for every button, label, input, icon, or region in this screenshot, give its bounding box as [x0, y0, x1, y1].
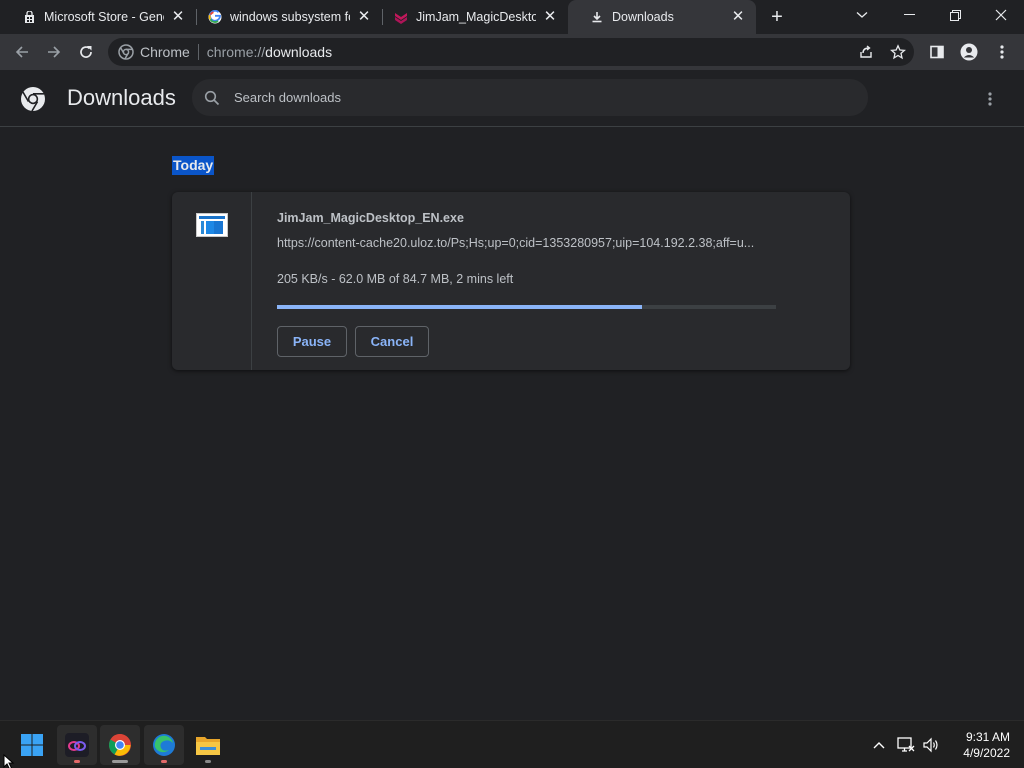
- search-icon: [204, 90, 220, 106]
- share-icon[interactable]: [852, 38, 880, 66]
- tab-microsoft-store[interactable]: Microsoft Store - Gene ✕: [0, 0, 196, 34]
- cancel-button[interactable]: Cancel: [355, 326, 429, 357]
- clock-time: 9:31 AM: [965, 730, 1010, 744]
- start-button[interactable]: [12, 725, 52, 765]
- download-progress-bar: [277, 305, 776, 309]
- download-icon-column: [172, 192, 252, 370]
- omnibox-chip: Chrome: [140, 44, 190, 60]
- download-filename-link[interactable]: JimJam_MagicDesktop_EN.exe: [277, 211, 464, 225]
- close-tab-icon[interactable]: ✕: [356, 9, 372, 25]
- taskbar-chrome[interactable]: [100, 725, 140, 765]
- exe-file-icon: [196, 213, 228, 237]
- microsoft-store-icon: [22, 10, 36, 24]
- taskbar-file-explorer[interactable]: [188, 725, 228, 765]
- show-hidden-icons-chevron[interactable]: [869, 735, 889, 755]
- tab-title: Downloads: [612, 10, 674, 24]
- jimjam-icon: [394, 10, 408, 24]
- taskbar-creative-cloud[interactable]: [57, 725, 97, 765]
- chrome-icon: [108, 733, 132, 757]
- search-downloads-box[interactable]: [192, 79, 868, 116]
- pause-button[interactable]: Pause: [277, 326, 347, 357]
- download-status-text: 205 KB/s - 62.0 MB of 84.7 MB, 2 mins le…: [277, 272, 514, 286]
- download-source-url[interactable]: https://content-cache20.uloz.to/Ps;Hs;up…: [277, 236, 777, 250]
- restore-icon[interactable]: [935, 0, 975, 30]
- edge-icon: [152, 733, 176, 757]
- tab-title: windows subsystem for: [230, 10, 350, 24]
- tab-windows-subsystem[interactable]: windows subsystem for ✕: [186, 0, 382, 34]
- close-tab-icon[interactable]: ✕: [542, 9, 558, 25]
- downloads-header: Downloads: [0, 70, 1024, 127]
- windows-start-icon: [20, 733, 44, 757]
- browser-toolbar: Chrome chrome:// downloads: [0, 34, 1024, 70]
- tab-jimjam[interactable]: JimJam_MagicDesktop ✕: [372, 0, 568, 34]
- tab-strip: Microsoft Store - Gene ✕ windows subsyst…: [0, 0, 1024, 34]
- close-tab-icon[interactable]: ✕: [170, 9, 186, 25]
- profile-avatar-icon[interactable]: [955, 38, 983, 66]
- close-tab-icon[interactable]: ✕: [730, 9, 746, 25]
- url-scheme: chrome://: [206, 44, 266, 60]
- volume-icon[interactable]: [921, 735, 941, 755]
- tab-title: JimJam_MagicDesktop: [416, 10, 536, 24]
- side-panel-icon[interactable]: [923, 38, 951, 66]
- download-item-card: JimJam_MagicDesktop_EN.exe https://conte…: [172, 192, 850, 370]
- address-bar[interactable]: Chrome chrome:// downloads: [108, 38, 914, 66]
- taskbar-clock[interactable]: 9:31 AM 4/9/2022: [950, 729, 1010, 761]
- network-icon[interactable]: [896, 735, 916, 755]
- tab-title: Microsoft Store - Gene: [44, 10, 164, 24]
- more-actions-icon[interactable]: [978, 87, 1002, 111]
- clock-date: 4/9/2022: [963, 746, 1010, 760]
- date-section-label: Today: [172, 156, 215, 175]
- chrome-logo-icon: [20, 86, 46, 112]
- url-host: downloads: [265, 44, 333, 60]
- download-progress-fill: [277, 305, 643, 309]
- taskbar-edge[interactable]: [144, 725, 184, 765]
- tab-search-chevron-icon[interactable]: [842, 0, 882, 30]
- minimize-icon[interactable]: [889, 0, 929, 30]
- folder-icon: [195, 734, 221, 756]
- creative-cloud-icon: [65, 733, 89, 757]
- tab-downloads[interactable]: Downloads ✕: [568, 0, 756, 34]
- reload-icon[interactable]: [72, 38, 100, 66]
- running-indicator: [205, 760, 211, 763]
- download-icon: [590, 10, 604, 24]
- running-indicator: [74, 760, 80, 763]
- new-tab-icon[interactable]: +: [766, 6, 788, 28]
- close-window-icon[interactable]: [981, 0, 1021, 30]
- mouse-cursor-icon: [3, 753, 15, 768]
- forward-icon[interactable]: [40, 38, 68, 66]
- windows-taskbar: 9:31 AM 4/9/2022: [0, 720, 1024, 768]
- bookmark-star-icon[interactable]: [884, 38, 912, 66]
- search-input[interactable]: [234, 90, 834, 105]
- omnibox-divider: [197, 44, 199, 60]
- active-indicator: [112, 760, 128, 763]
- page-title: Downloads: [67, 85, 176, 110]
- browser-menu-icon[interactable]: [988, 38, 1016, 66]
- chrome-logo-icon: [118, 44, 134, 60]
- back-icon[interactable]: [8, 38, 36, 66]
- running-indicator: [161, 760, 167, 763]
- google-icon: [208, 10, 222, 24]
